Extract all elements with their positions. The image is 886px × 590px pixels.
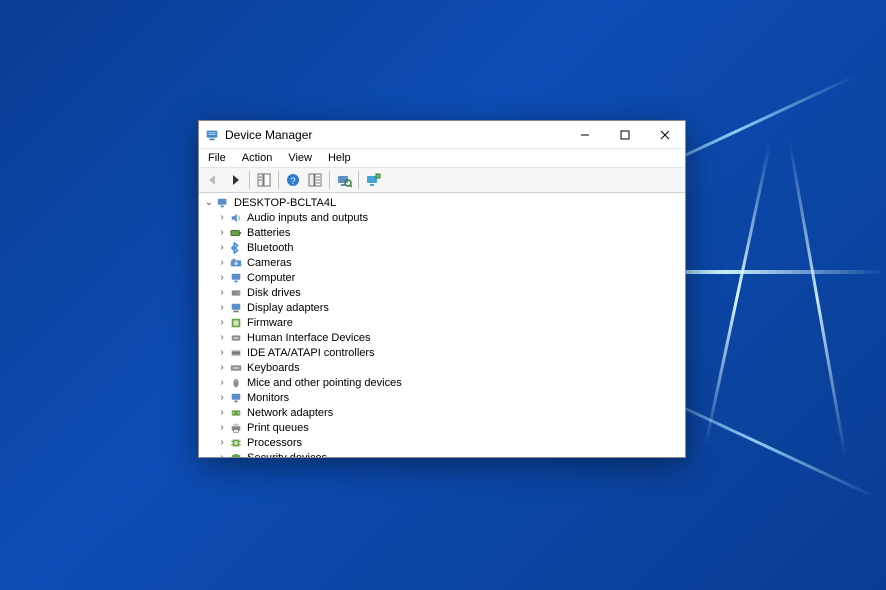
add-legacy-hardware-button[interactable] xyxy=(362,169,384,191)
tree-category-mouse[interactable]: › Mice and other pointing devices xyxy=(216,375,681,390)
minimize-button[interactable] xyxy=(565,121,605,149)
tree-category-processor[interactable]: › Processors xyxy=(216,435,681,450)
tree-category-camera[interactable]: › Cameras xyxy=(216,255,681,270)
tree-category-battery[interactable]: › Batteries xyxy=(216,225,681,240)
desktop-wallpaper: Device Manager File Action View Help xyxy=(0,0,886,590)
camera-icon xyxy=(228,256,244,270)
tree-category-network[interactable]: › Network adapters xyxy=(216,405,681,420)
audio-icon xyxy=(228,211,244,225)
expand-icon[interactable]: › xyxy=(216,393,228,403)
show-hide-console-tree-button[interactable] xyxy=(253,169,275,191)
category-label: Print queues xyxy=(247,422,309,434)
expand-icon[interactable]: › xyxy=(216,303,228,313)
expand-icon[interactable]: › xyxy=(216,228,228,238)
device-tree[interactable]: ⌄ DESKTOP-BCLTA4L › Audio inputs and outp… xyxy=(199,193,685,457)
expand-icon[interactable]: › xyxy=(216,213,228,223)
tree-category-printer[interactable]: › Print queues xyxy=(216,420,681,435)
tree-category-audio[interactable]: › Audio inputs and outputs xyxy=(216,210,681,225)
root-label: DESKTOP-BCLTA4L xyxy=(234,197,336,209)
tree-category-bluetooth[interactable]: › Bluetooth xyxy=(216,240,681,255)
toolbar-separator xyxy=(358,171,359,189)
tree-category-display[interactable]: › Display adapters xyxy=(216,300,681,315)
category-label: Bluetooth xyxy=(247,242,293,254)
mouse-icon xyxy=(228,376,244,390)
category-label: Keyboards xyxy=(247,362,300,374)
tree-category-disk[interactable]: › Disk drives xyxy=(216,285,681,300)
tree-category-security[interactable]: › Security devices xyxy=(216,450,681,457)
titlebar[interactable]: Device Manager xyxy=(199,121,685,149)
keyboard-icon xyxy=(228,361,244,375)
expand-icon[interactable]: › xyxy=(216,258,228,268)
category-label: Network adapters xyxy=(247,407,333,419)
forward-button[interactable] xyxy=(224,169,246,191)
expand-icon[interactable]: › xyxy=(216,453,228,458)
category-label: Security devices xyxy=(247,452,327,458)
battery-icon xyxy=(228,226,244,240)
category-label: Mice and other pointing devices xyxy=(247,377,402,389)
category-label: Audio inputs and outputs xyxy=(247,212,368,224)
expand-icon[interactable]: › xyxy=(216,363,228,373)
toolbar-separator xyxy=(278,171,279,189)
menubar: File Action View Help xyxy=(199,149,685,168)
collapse-icon[interactable]: ⌄ xyxy=(203,198,215,208)
expand-icon[interactable]: › xyxy=(216,288,228,298)
menu-file[interactable]: File xyxy=(201,151,233,165)
expand-icon[interactable]: › xyxy=(216,333,228,343)
expand-icon[interactable]: › xyxy=(216,348,228,358)
expand-icon[interactable]: › xyxy=(216,423,228,433)
tree-category-hid[interactable]: › Human Interface Devices xyxy=(216,330,681,345)
printer-icon xyxy=(228,421,244,435)
expand-icon[interactable]: › xyxy=(216,408,228,418)
ide-icon xyxy=(228,346,244,360)
display-icon xyxy=(228,301,244,315)
toolbar-separator xyxy=(329,171,330,189)
monitor-icon xyxy=(228,391,244,405)
menu-view[interactable]: View xyxy=(281,151,319,165)
category-label: Monitors xyxy=(247,392,289,404)
category-label: Processors xyxy=(247,437,302,449)
close-button[interactable] xyxy=(645,121,685,149)
menu-help[interactable]: Help xyxy=(321,151,358,165)
computer-icon xyxy=(228,271,244,285)
window-title: Device Manager xyxy=(225,128,312,142)
processor-icon xyxy=(228,436,244,450)
hid-icon xyxy=(228,331,244,345)
category-label: IDE ATA/ATAPI controllers xyxy=(247,347,375,359)
tree-root-node[interactable]: ⌄ DESKTOP-BCLTA4L xyxy=(203,195,681,210)
expand-icon[interactable]: › xyxy=(216,243,228,253)
expand-icon[interactable]: › xyxy=(216,273,228,283)
expand-icon[interactable]: › xyxy=(216,438,228,448)
category-label: Human Interface Devices xyxy=(247,332,371,344)
maximize-button[interactable] xyxy=(605,121,645,149)
expand-icon[interactable]: › xyxy=(216,378,228,388)
toolbar: ? xyxy=(199,168,685,193)
scan-hardware-button[interactable] xyxy=(333,169,355,191)
back-button[interactable] xyxy=(202,169,224,191)
action-button[interactable] xyxy=(304,169,326,191)
help-button[interactable]: ? xyxy=(282,169,304,191)
security-icon xyxy=(228,451,244,458)
device-manager-window: Device Manager File Action View Help xyxy=(198,120,686,458)
disk-icon xyxy=(228,286,244,300)
category-label: Cameras xyxy=(247,257,292,269)
category-label: Display adapters xyxy=(247,302,329,314)
category-label: Batteries xyxy=(247,227,290,239)
bluetooth-icon xyxy=(228,241,244,255)
category-label: Firmware xyxy=(247,317,293,329)
tree-category-firmware[interactable]: › Firmware xyxy=(216,315,681,330)
tree-category-monitor[interactable]: › Monitors xyxy=(216,390,681,405)
network-icon xyxy=(228,406,244,420)
expand-icon[interactable]: › xyxy=(216,318,228,328)
tree-category-ide[interactable]: › IDE ATA/ATAPI controllers xyxy=(216,345,681,360)
category-label: Computer xyxy=(247,272,295,284)
computer-icon xyxy=(215,196,231,210)
menu-action[interactable]: Action xyxy=(235,151,280,165)
svg-text:?: ? xyxy=(290,176,295,186)
firmware-icon xyxy=(228,316,244,330)
toolbar-separator xyxy=(249,171,250,189)
tree-category-computer[interactable]: › Computer xyxy=(216,270,681,285)
device-manager-icon xyxy=(205,128,219,142)
category-label: Disk drives xyxy=(247,287,301,299)
tree-category-keyboard[interactable]: › Keyboards xyxy=(216,360,681,375)
